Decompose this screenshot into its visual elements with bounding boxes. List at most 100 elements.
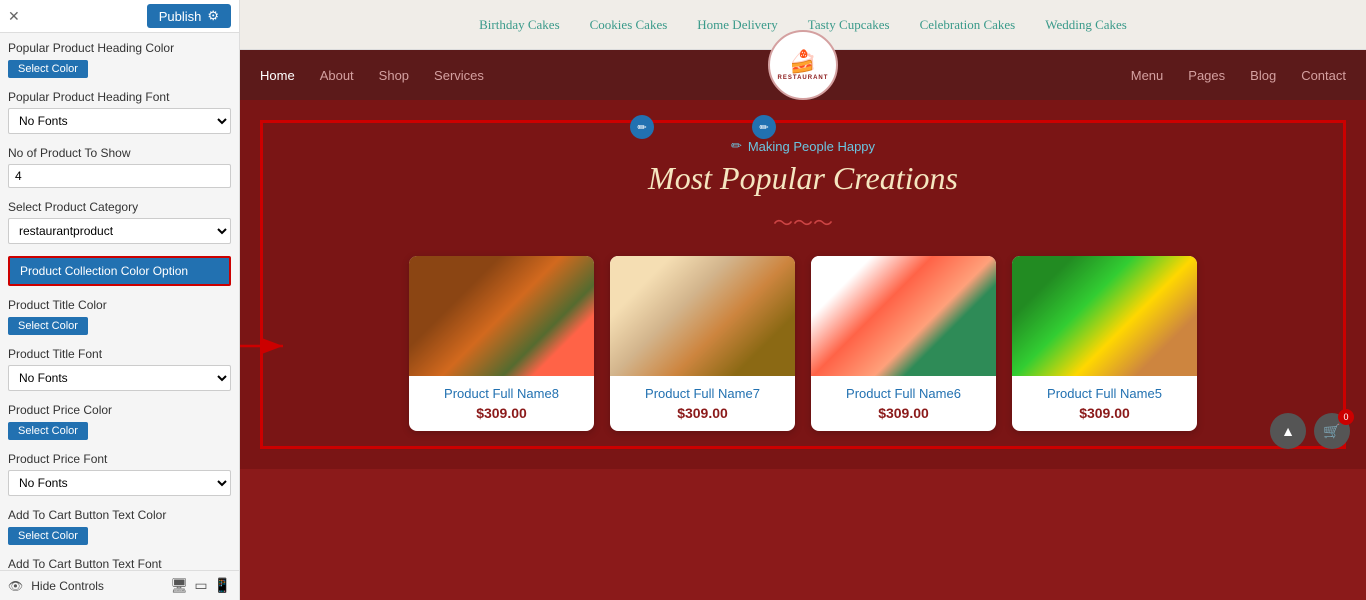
product-title-font-select[interactable]: No Fonts <box>8 365 231 391</box>
product-name-4: Product Full Name5 <box>1022 386 1187 401</box>
popular-heading-font-label: Popular Product Heading Font <box>8 90 231 104</box>
cart-badge: 0 <box>1338 409 1354 425</box>
panel-header: ✕ Publish ⚙ <box>0 0 239 33</box>
product-price-1: $309.00 <box>419 405 584 421</box>
nav-about[interactable]: About <box>320 68 354 83</box>
product-card-1: Product Full Name8 $309.00 <box>409 256 594 431</box>
publish-label: Publish <box>159 9 202 24</box>
popular-heading-color-label: Popular Product Heading Color <box>8 41 231 55</box>
top-nav-item-home[interactable]: Home Delivery <box>697 17 778 33</box>
product-price-font-select[interactable]: No Fonts <box>8 470 231 496</box>
popular-heading-color-btn[interactable]: Select Color <box>8 60 88 78</box>
left-nav-links: Home About Shop Services <box>260 68 484 83</box>
nav-pages[interactable]: Pages <box>1188 68 1225 83</box>
left-panel: ✕ Publish ⚙ Popular Product Heading Colo… <box>0 0 240 600</box>
view-icons: 🖥 ▭ 📱 <box>171 577 231 594</box>
panel-scroll: Popular Product Heading Color Select Col… <box>0 33 239 570</box>
product-card-3: Product Full Name6 $309.00 <box>811 256 996 431</box>
product-price-font-group: Product Price Font No Fonts <box>8 452 231 496</box>
main-navigation: Home About Shop Services ✏ 🍰 RESTAURANT … <box>240 50 1366 100</box>
product-name-2: Product Full Name7 <box>620 386 785 401</box>
add-to-cart-color-group: Add To Cart Button Text Color Select Col… <box>8 508 231 545</box>
nav-shop[interactable]: Shop <box>379 68 409 83</box>
product-price-font-label: Product Price Font <box>8 452 231 466</box>
product-card-4: Product Full Name5 $309.00 <box>1012 256 1197 431</box>
add-to-cart-color-btn[interactable]: Select Color <box>8 527 88 545</box>
product-title-color-btn[interactable]: Select Color <box>8 317 88 335</box>
top-nav-item-tasty[interactable]: Tasty Cupcakes <box>808 17 890 33</box>
close-button[interactable]: ✕ <box>8 8 20 25</box>
mobile-view-button[interactable]: 📱 <box>214 577 231 594</box>
right-nav-links: Menu Pages Blog Contact <box>1131 68 1346 83</box>
select-category-group: Select Product Category restaurantproduc… <box>8 200 231 244</box>
desktop-view-button[interactable]: 🖥 <box>171 577 189 594</box>
nav-services[interactable]: Services <box>434 68 484 83</box>
main-content: ✏ Making People Happy Most Popular Creat… <box>240 100 1366 469</box>
product-price-4: $309.00 <box>1022 405 1187 421</box>
nav-home[interactable]: Home <box>260 68 295 83</box>
edit-circle-right[interactable]: ✏ <box>752 115 776 139</box>
top-nav-item-celebration[interactable]: Celebration Cakes <box>920 17 1016 33</box>
nav-blog[interactable]: Blog <box>1250 68 1276 83</box>
product-title-font-label: Product Title Font <box>8 347 231 361</box>
add-to-cart-font-group: Add To Cart Button Text Font No Fonts <box>8 557 231 570</box>
product-collection-btn[interactable]: Product Collection Color Option <box>8 256 231 286</box>
product-image-4 <box>1012 256 1197 376</box>
nav-menu[interactable]: Menu <box>1131 68 1164 83</box>
product-image-2 <box>610 256 795 376</box>
popular-heading-font-group: Popular Product Heading Font No Fonts <box>8 90 231 134</box>
publish-button[interactable]: Publish ⚙ <box>147 4 231 28</box>
product-price-3: $309.00 <box>821 405 986 421</box>
logo-circle: 🍰 RESTAURANT <box>768 30 838 100</box>
product-image-1 <box>409 256 594 376</box>
section-subtitle-text: Making People Happy <box>748 139 875 154</box>
product-name-3: Product Full Name6 <box>821 386 986 401</box>
select-category-label: Select Product Category <box>8 200 231 214</box>
no-of-product-label: No of Product To Show <box>8 146 231 160</box>
product-info-4: Product Full Name5 $309.00 <box>1012 376 1197 431</box>
section-subtitle: ✏ Making People Happy <box>278 138 1328 154</box>
arrow-indicator <box>240 316 298 376</box>
cart-button[interactable]: 🛒 0 <box>1314 413 1350 449</box>
hide-controls-button[interactable]: Hide Controls <box>31 579 104 593</box>
nav-contact[interactable]: Contact <box>1301 68 1346 83</box>
product-image-3 <box>811 256 996 376</box>
product-info-2: Product Full Name7 $309.00 <box>610 376 795 431</box>
product-title-color-group: Product Title Color Select Color <box>8 298 231 335</box>
select-category-select[interactable]: restaurantproduct <box>8 218 231 244</box>
top-nav-item-cookies[interactable]: Cookies Cakes <box>590 17 668 33</box>
product-title-color-label: Product Title Color <box>8 298 231 312</box>
product-title-font-group: Product Title Font No Fonts <box>8 347 231 391</box>
edit-circle-left[interactable]: ✏ <box>630 115 654 139</box>
logo-text: RESTAURANT <box>778 75 829 81</box>
product-info-1: Product Full Name8 $309.00 <box>409 376 594 431</box>
product-grid: Product Full Name8 $309.00 Product Full … <box>278 256 1328 431</box>
highlighted-content: ✏ Making People Happy Most Popular Creat… <box>260 120 1346 449</box>
product-price-color-group: Product Price Color Select Color <box>8 403 231 440</box>
add-to-cart-color-label: Add To Cart Button Text Color <box>8 508 231 522</box>
eye-icon: 👁 <box>8 579 23 593</box>
product-price-color-btn[interactable]: Select Color <box>8 422 88 440</box>
product-card-2: Product Full Name7 $309.00 <box>610 256 795 431</box>
panel-bottom: 👁 Hide Controls 🖥 ▭ 📱 <box>0 570 239 600</box>
tablet-view-button[interactable]: ▭ <box>194 577 207 594</box>
product-price-2: $309.00 <box>620 405 785 421</box>
cart-icon: 🛒 <box>1323 423 1340 440</box>
edit-pencil-icon: ✏ <box>731 138 742 154</box>
scroll-up-icon: ▲ <box>1281 423 1295 439</box>
popular-heading-font-select[interactable]: No Fonts <box>8 108 231 134</box>
section-title: Most Popular Creations <box>278 160 1328 197</box>
top-nav-item-wedding[interactable]: Wedding Cakes <box>1045 17 1127 33</box>
no-of-product-group: No of Product To Show <box>8 146 231 188</box>
preview-area: Birthday Cakes Cookies Cakes Home Delive… <box>240 0 1366 600</box>
top-nav-item-birthday[interactable]: Birthday Cakes <box>479 17 560 33</box>
no-of-product-input[interactable] <box>8 164 231 188</box>
publish-gear-icon: ⚙ <box>207 8 219 24</box>
scroll-up-button[interactable]: ▲ <box>1270 413 1306 449</box>
add-to-cart-font-label: Add To Cart Button Text Font <box>8 557 231 570</box>
popular-heading-color-group: Popular Product Heading Color Select Col… <box>8 41 231 78</box>
product-name-1: Product Full Name8 <box>419 386 584 401</box>
hide-controls-label: Hide Controls <box>31 579 104 593</box>
title-divider: 〜〜〜 <box>278 207 1328 236</box>
product-info-3: Product Full Name6 $309.00 <box>811 376 996 431</box>
